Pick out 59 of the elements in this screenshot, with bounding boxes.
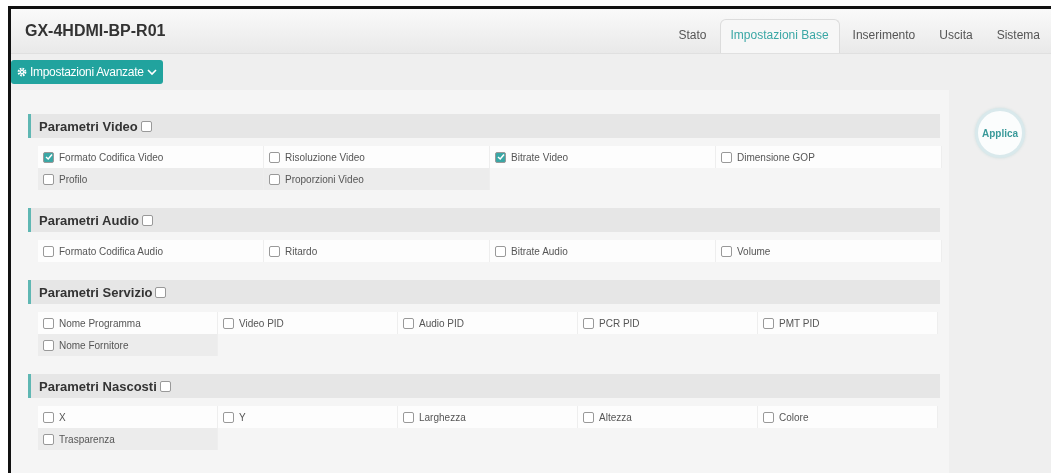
option-checkbox[interactable] <box>721 245 732 257</box>
section-checkbox[interactable] <box>140 120 152 132</box>
option-checkbox[interactable] <box>721 151 732 163</box>
nav-tab[interactable]: Uscita <box>928 19 984 53</box>
option-label: Risoluzione Video <box>285 151 365 163</box>
nav-tab[interactable]: Inserimento <box>841 19 927 53</box>
option-label: Y <box>239 411 246 423</box>
section-checkbox[interactable] <box>141 214 153 226</box>
section-title: Parametri Audio <box>39 212 139 228</box>
option-checkbox[interactable] <box>269 245 280 257</box>
option-label: Video PID <box>239 317 284 329</box>
section-checkbox[interactable] <box>159 380 171 392</box>
section-title: Parametri Video <box>39 118 138 134</box>
chevron-down-icon <box>146 68 157 76</box>
section-title: Parametri Nascosti <box>39 378 157 394</box>
section-title: Parametri Servizio <box>39 284 153 300</box>
option-checkbox[interactable] <box>403 317 414 329</box>
nav-tab[interactable]: Stato <box>667 19 718 53</box>
option-label: Trasparenza <box>59 433 115 445</box>
option-label: Colore <box>779 411 809 423</box>
option-label: Formato Codifica Audio <box>59 245 163 257</box>
option-label: Formato Codifica Video <box>59 151 164 163</box>
option-label: X <box>59 411 66 423</box>
option-label: PMT PID <box>779 317 820 329</box>
option-checkbox[interactable] <box>583 411 594 423</box>
option-checkbox[interactable] <box>43 173 54 185</box>
option-checkbox[interactable] <box>403 411 414 423</box>
option-checkbox[interactable] <box>223 411 234 423</box>
option-checkbox[interactable] <box>43 151 54 163</box>
option-label: Ritardo <box>285 245 318 257</box>
option-checkbox[interactable] <box>763 411 774 423</box>
gear-icon <box>17 67 27 77</box>
option-checkbox[interactable] <box>223 317 234 329</box>
option-label: Volume <box>737 245 771 257</box>
option-checkbox[interactable] <box>43 411 54 423</box>
option-checkbox[interactable] <box>43 433 54 445</box>
option-label: Profilo <box>59 173 88 185</box>
option-checkbox[interactable] <box>43 339 54 351</box>
option-checkbox[interactable] <box>763 317 774 329</box>
option-label: Nome Fornitore <box>59 339 129 351</box>
option-label: PCR PID <box>599 317 640 329</box>
nav-tab[interactable]: Sistema <box>985 19 1051 53</box>
option-label: Altezza <box>599 411 632 423</box>
option-label: Nome Programma <box>59 317 141 329</box>
option-label: Bitrate Video <box>511 151 569 163</box>
option-checkbox[interactable] <box>43 317 54 329</box>
option-label: Audio PID <box>419 317 465 329</box>
device-title: GX-4HDMI-BP-R01 <box>25 22 166 40</box>
option-checkbox[interactable] <box>43 245 54 257</box>
option-checkbox[interactable] <box>269 151 280 163</box>
option-checkbox[interactable] <box>495 151 506 163</box>
option-label: Dimensione GOP <box>737 151 815 163</box>
option-label: Larghezza <box>419 411 466 423</box>
section-checkbox[interactable] <box>155 286 167 298</box>
option-label: Bitrate Audio <box>511 245 568 257</box>
option-checkbox[interactable] <box>495 245 506 257</box>
option-label: Proporzioni Video <box>285 173 364 185</box>
option-checkbox[interactable] <box>583 317 594 329</box>
option-checkbox[interactable] <box>269 173 280 185</box>
